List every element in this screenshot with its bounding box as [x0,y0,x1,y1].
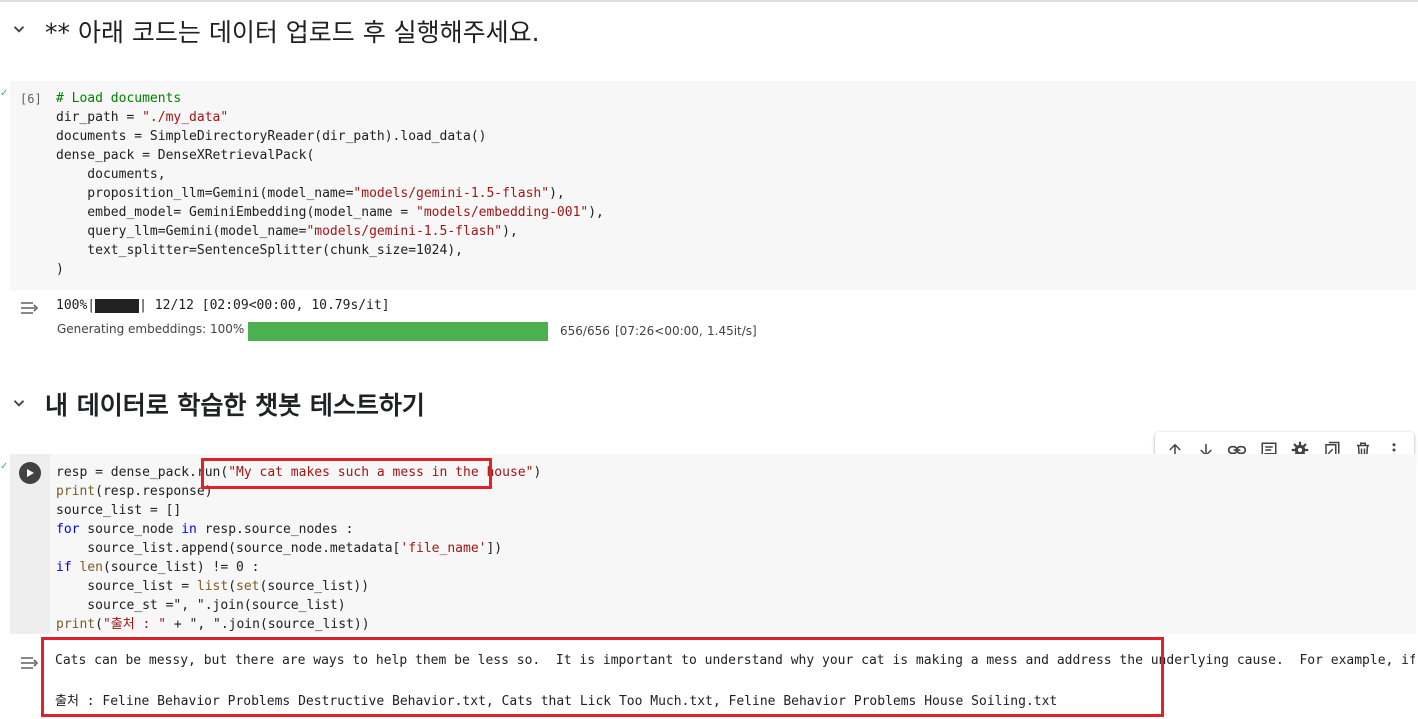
chevron-down-icon[interactable] [10,20,28,38]
code-line: documents, [56,167,166,182]
code-editor[interactable]: # Load documents dir_path = "./my_data"do… [56,89,604,279]
code-line: source_list = [] [56,503,182,518]
section-title: ** 아래 코드는 데이터 업로드 후 실행해주세요. [45,18,540,47]
highlight-box-query [201,458,492,489]
execution-count: [6] [20,92,42,106]
code-line: ) [56,262,64,277]
success-check-icon: ✓ [0,88,9,99]
progress-output-1: 100%| | 12/12 [02:09<00:00, 10.79s/it] [56,298,390,313]
progress-bar-text [95,298,140,313]
progress-prefix: 100%| [56,298,96,313]
code-line: if len(source_list) != 0 : [56,560,260,575]
success-check-icon: ✓ [0,461,9,472]
highlight-box-output [41,637,1164,717]
code-line: # Load documents [56,91,182,106]
chevron-down-icon[interactable] [10,394,28,412]
code-line: query_llm=Gemini(model_name="models/gemi… [56,224,518,239]
code-line: proposition_llm=Gemini(model_name="model… [56,186,565,201]
progress-label: Generating embeddings: 100% [57,322,245,336]
code-line: source_st =", ".join(source_list) [56,598,346,613]
progress-time: [07:26<00:00, [615,324,703,338]
code-line: print("출처 : " + ", ".join(source_list)) [56,617,370,632]
top-divider [0,0,1418,2]
code-line: source_list = list(set(source_list)) [56,579,370,594]
output-toggle-icon[interactable] [20,655,40,671]
play-icon [27,469,34,477]
code-line: for source_node in resp.source_nodes : [56,522,354,537]
code-line: dir_path = "./my_data" [56,110,229,125]
code-line: text_splitter=SentenceSplitter(chunk_siz… [56,243,463,258]
output-toggle-icon[interactable] [20,300,40,316]
code-line: source_list.append(source_node.metadata[… [56,541,503,556]
progress-bar-fill [248,322,548,341]
code-line: documents = SimpleDirectoryReader(dir_pa… [56,129,487,144]
progress-suffix: | 12/12 [02:09<00:00, 10.79s/it] [139,298,390,313]
progress-bar [248,322,548,341]
progress-counts: 656/656 [560,324,610,338]
section-title: 내 데이터로 학습한 챗봇 테스트하기 [45,391,425,420]
code-line: embed_model= GeminiEmbedding(model_name … [56,205,604,220]
progress-rate: 1.45it/s] [707,324,757,338]
code-line: dense_pack = DenseXRetrievalPack( [56,148,315,163]
run-cell-button[interactable] [19,462,41,484]
